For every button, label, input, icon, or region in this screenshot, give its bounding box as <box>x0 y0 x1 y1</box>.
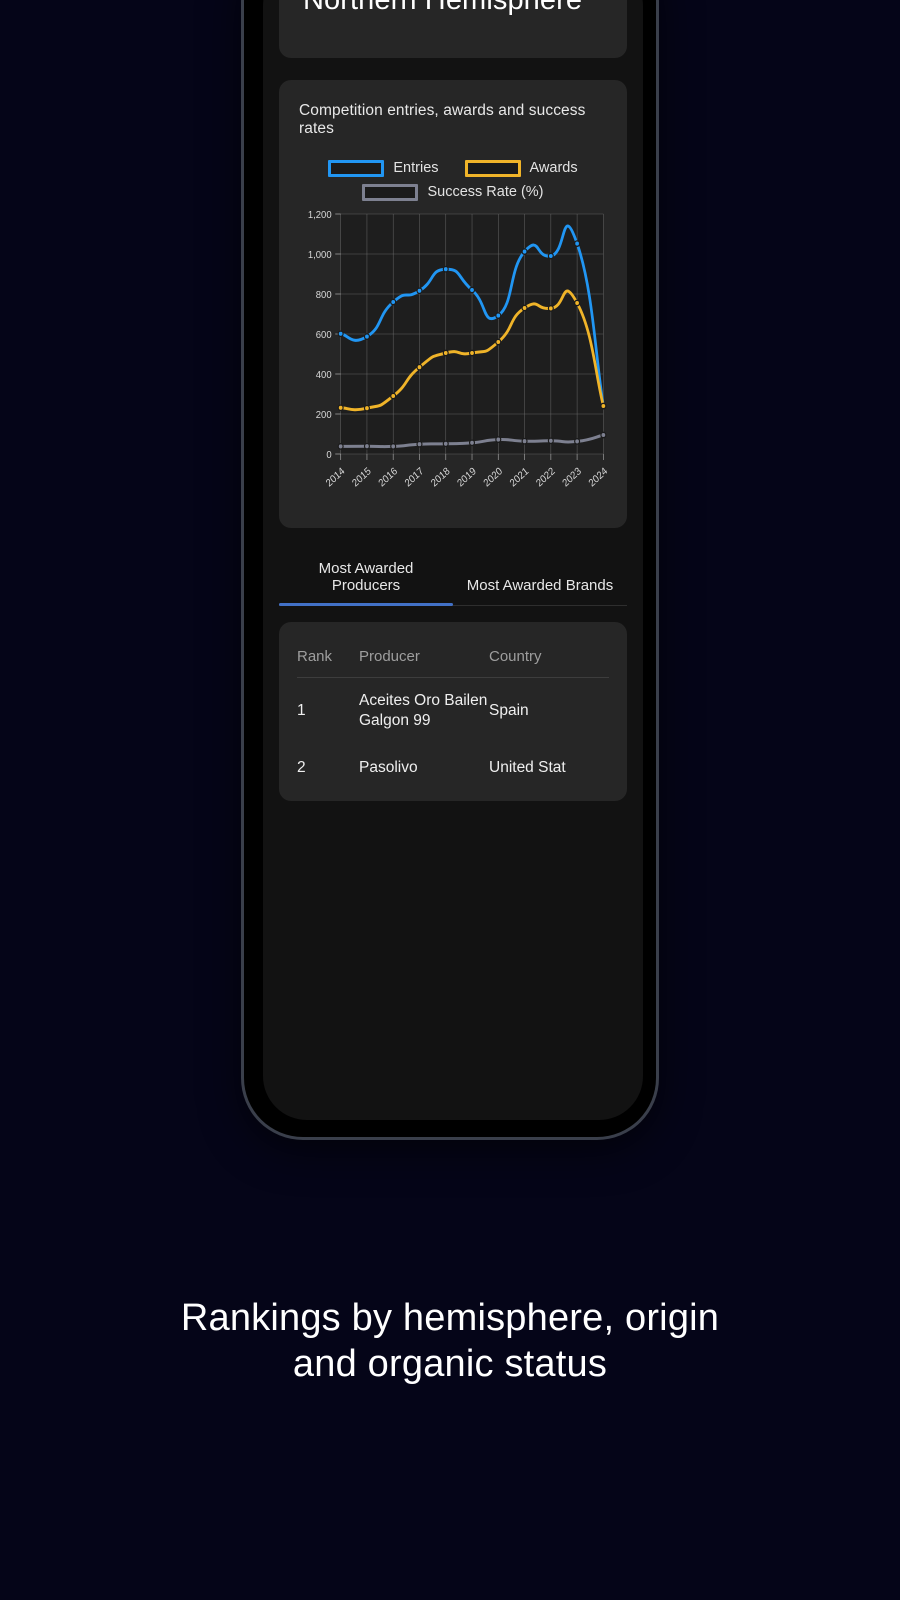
svg-text:2021: 2021 <box>508 465 531 489</box>
svg-text:2023: 2023 <box>561 465 584 489</box>
legend-swatch-entries-icon <box>328 159 385 177</box>
svg-text:1,200: 1,200 <box>308 209 332 221</box>
svg-text:2016: 2016 <box>377 465 400 489</box>
svg-text:2020: 2020 <box>482 465 505 489</box>
hemisphere-card: Northern Hemisphere <box>279 0 627 58</box>
svg-text:400: 400 <box>316 369 332 381</box>
svg-text:2015: 2015 <box>351 465 374 489</box>
line-chart-canvas: 02004006008001,0001,2002014 2015 2016 2017 2… <box>308 209 607 489</box>
table-row[interactable]: 2 Pasolivo United Stat <box>297 745 609 791</box>
table-header-row: Rank Producer Country <box>297 625 609 678</box>
svg-text:800: 800 <box>316 289 332 301</box>
legend-row-primary: Entries Awards <box>299 159 607 177</box>
caption-line-1: Rankings by hemisphere, origin <box>180 1297 720 1339</box>
cell-country: Spain <box>489 702 529 720</box>
legend-label-awards: Awards <box>529 160 578 177</box>
tab-most-awarded-brands[interactable]: Most Awarded Brands <box>453 567 627 605</box>
ranking-tabs: Most Awarded Producers Most Awarded Bran… <box>279 550 627 606</box>
svg-text:2019: 2019 <box>456 465 479 489</box>
column-header-country[interactable]: Country <box>489 625 609 678</box>
page-caption: Rankings by hemisphere, origin and organ… <box>0 1295 900 1388</box>
phone-bezel: Northern Hemisphere Competition entries,… <box>244 0 656 1137</box>
ranking-table: Rank Producer Country 1 Aceites Oro Bail… <box>297 625 609 791</box>
column-header-rank[interactable]: Rank <box>297 625 359 678</box>
hemisphere-title: Northern Hemisphere <box>303 0 583 16</box>
app-content: Northern Hemisphere Competition entries,… <box>263 0 643 802</box>
caption-line-2: and organic status <box>292 1343 608 1386</box>
cell-rank: 2 <box>297 758 306 776</box>
cell-country: United Stat <box>489 758 566 776</box>
tab-most-awarded-producers[interactable]: Most Awarded Producers <box>279 550 453 606</box>
svg-text:600: 600 <box>316 329 332 341</box>
cell-rank: 1 <box>297 702 306 720</box>
column-header-producer[interactable]: Producer <box>359 625 489 678</box>
table-row[interactable]: 1 Aceites Oro Bailen Galgon 99 Spain <box>297 677 609 744</box>
legend-swatch-awards-icon <box>464 159 521 177</box>
legend-item-awards[interactable]: Awards <box>464 159 578 177</box>
line-chart[interactable]: 0 200 400 600 800 1,000 1,200 2014 2015 2016 2017 2… <box>299 208 607 508</box>
chart-caption: Competition entries, awards and success … <box>299 101 586 137</box>
phone-device-frame: Northern Hemisphere Competition entries,… <box>241 0 659 1140</box>
svg-text:2024: 2024 <box>587 465 607 489</box>
svg-text:2014: 2014 <box>324 465 347 489</box>
legend-label-success-rate: Success Rate (%) <box>427 184 544 201</box>
chart-card: Competition entries, awards and success … <box>279 79 627 528</box>
svg-text:0: 0 <box>326 449 332 461</box>
cell-producer: Pasolivo <box>359 758 418 776</box>
ranking-table-body: 1 Aceites Oro Bailen Galgon 99 Spain 2 P… <box>297 677 609 791</box>
legend-item-success-rate[interactable]: Success Rate (%) <box>362 183 544 201</box>
page-root: Northern Hemisphere Competition entries,… <box>0 0 900 1600</box>
chart-legend: Entries Awards Success Rate (%) <box>299 159 607 201</box>
ranking-table-card: Rank Producer Country 1 Aceites Oro Bail… <box>279 621 627 802</box>
legend-row-secondary: Success Rate (%) <box>299 183 607 201</box>
legend-swatch-success-rate-icon <box>362 183 419 201</box>
legend-item-entries[interactable]: Entries <box>328 159 439 177</box>
svg-text:2018: 2018 <box>429 465 452 489</box>
svg-text:1,000: 1,000 <box>308 249 332 261</box>
svg-text:2017: 2017 <box>403 465 426 489</box>
ranking-table-head: Rank Producer Country <box>297 625 609 678</box>
svg-text:200: 200 <box>316 409 332 421</box>
svg-text:2022: 2022 <box>534 465 557 489</box>
phone-screen: Northern Hemisphere Competition entries,… <box>263 0 643 1120</box>
cell-producer: Aceites Oro Bailen Galgon 99 <box>359 691 488 730</box>
legend-label-entries: Entries <box>393 160 439 177</box>
